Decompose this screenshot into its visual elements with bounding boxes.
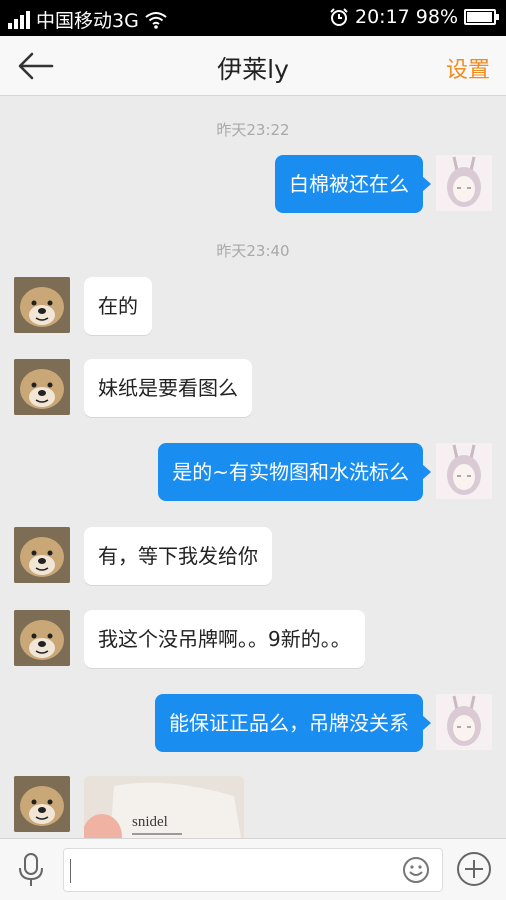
microphone-icon[interactable] <box>16 853 46 887</box>
message-bubble-received[interactable]: 在的 <box>84 277 152 335</box>
contact-avatar[interactable] <box>14 610 70 666</box>
contact-avatar[interactable] <box>14 527 70 583</box>
message-bubble-sent[interactable]: 是的~有实物图和水洗标么 <box>158 443 431 501</box>
my-avatar[interactable] <box>436 443 492 499</box>
carrier-label: 中国移动3G <box>36 10 139 32</box>
my-avatar[interactable] <box>436 155 492 211</box>
message-list[interactable]: 昨天23:22 白棉被还在么 昨天23:40 在的 妹纸是要看图么 是的~有实物… <box>0 97 506 838</box>
clock-time: 20:17 <box>355 6 410 28</box>
battery-icon <box>464 9 499 25</box>
battery-percent: 98% <box>415 6 458 28</box>
timestamp: 昨天23:22 <box>216 121 290 139</box>
status-bar: 中国移动3G 20:17 98% <box>0 0 506 36</box>
settings-button[interactable]: 设置 <box>446 52 490 84</box>
image-tag-text: snidel <box>132 814 168 830</box>
chat-title: 伊莱ly <box>217 55 289 84</box>
message-input[interactable] <box>63 848 443 892</box>
alarm-icon <box>330 8 348 26</box>
message-bubble-received[interactable]: 我这个没吊牌啊。。9新的。。 <box>84 610 365 668</box>
timestamp: 昨天23:40 <box>216 242 290 260</box>
message-bubble-received[interactable]: 妹纸是要看图么 <box>84 359 252 417</box>
message-bubble-received[interactable]: 有，等下我发给你 <box>84 527 272 585</box>
my-avatar[interactable] <box>436 694 492 750</box>
contact-avatar[interactable] <box>14 359 70 415</box>
plus-icon[interactable] <box>456 851 492 887</box>
image-message[interactable]: snidel <box>84 776 244 838</box>
message-bubble-sent[interactable]: 白棉被还在么 <box>275 155 431 213</box>
signal-icon <box>8 10 30 29</box>
emoji-icon[interactable] <box>402 856 430 884</box>
input-bar <box>0 838 506 900</box>
wifi-icon <box>145 11 167 29</box>
chat-header: 伊莱ly 设置 <box>0 36 506 96</box>
contact-avatar[interactable] <box>14 277 70 333</box>
contact-avatar[interactable] <box>14 776 70 832</box>
message-bubble-sent[interactable]: 能保证正品么，吊牌没关系 <box>155 694 431 752</box>
text-caret <box>70 859 71 883</box>
